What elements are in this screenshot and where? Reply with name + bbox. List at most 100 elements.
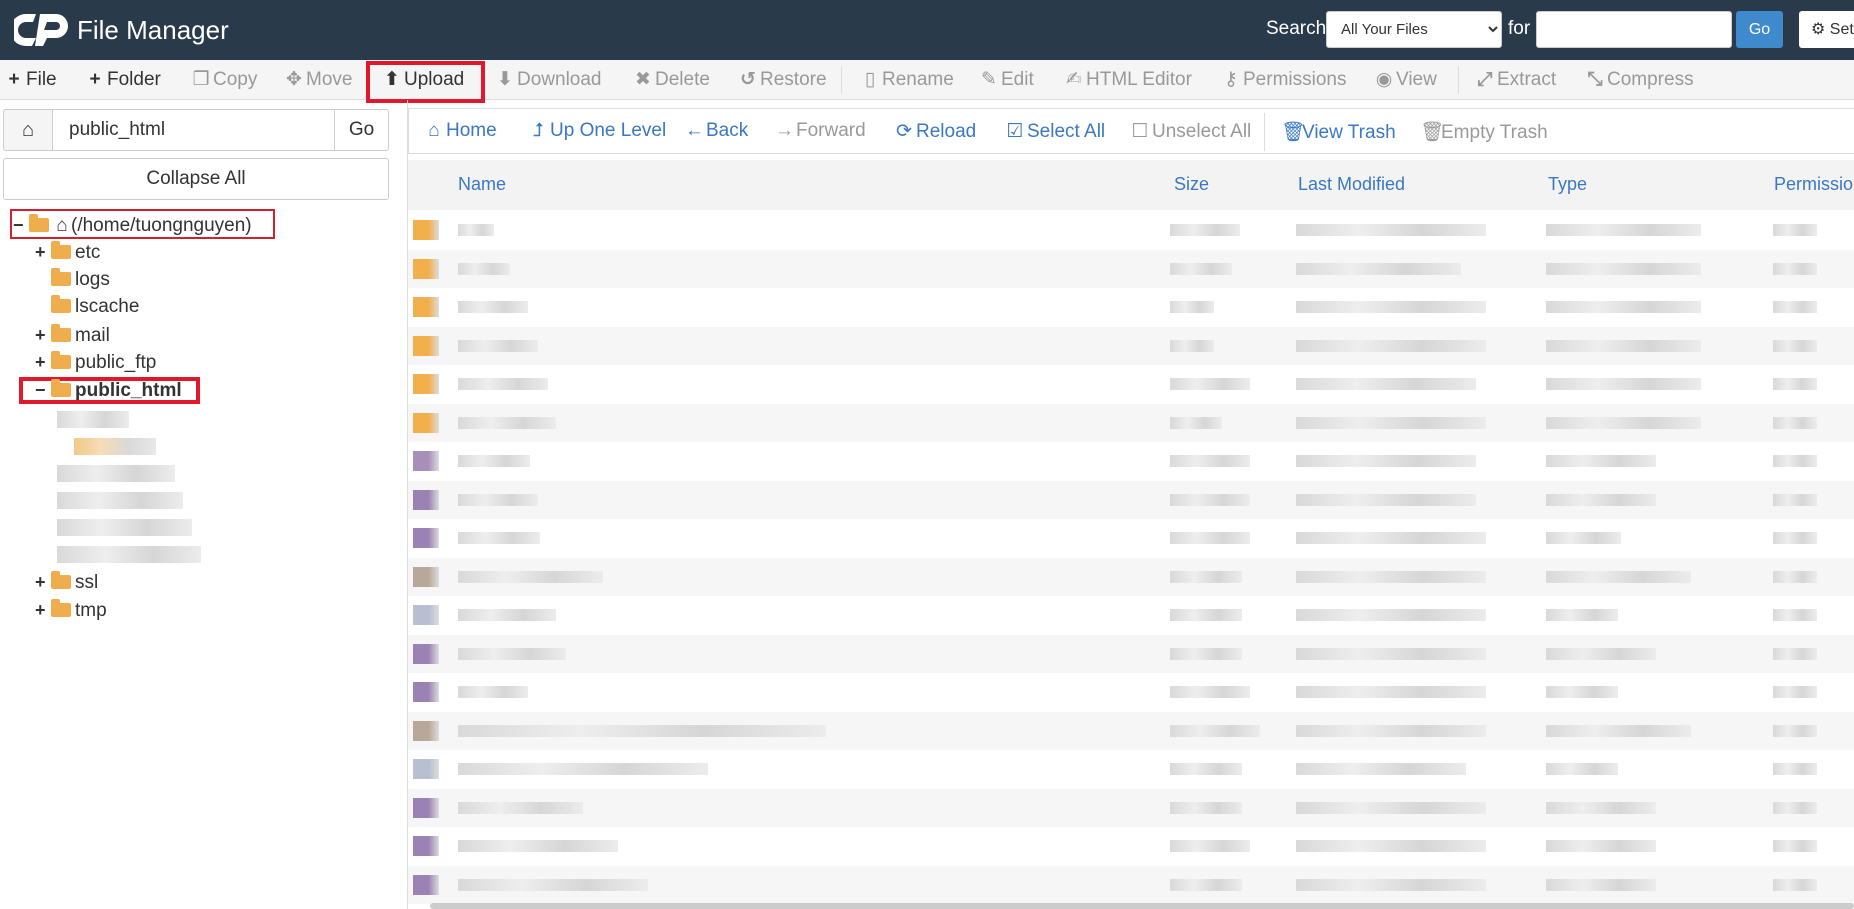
tree-item-lscache[interactable]: lscache bbox=[35, 294, 139, 320]
unselect-all-button[interactable]: ☐ Unselect All bbox=[1131, 120, 1251, 143]
expand-toggle[interactable]: + bbox=[35, 322, 51, 348]
table-row[interactable] bbox=[408, 865, 1854, 904]
table-row[interactable] bbox=[408, 442, 1854, 480]
folder-icon bbox=[413, 258, 439, 279]
search-scope-select[interactable]: All Your Files bbox=[1326, 11, 1502, 48]
table-row[interactable] bbox=[408, 249, 1854, 288]
file-icon bbox=[413, 836, 439, 856]
path-go-button[interactable]: Go bbox=[334, 109, 389, 151]
table-row[interactable] bbox=[408, 288, 1854, 326]
tree-item-public-html[interactable]: − public_html bbox=[35, 377, 182, 403]
tree-item-label: public_ftp bbox=[75, 352, 157, 373]
path-input[interactable]: public_html bbox=[52, 109, 335, 151]
table-row[interactable] bbox=[408, 750, 1854, 788]
forward-button[interactable]: → Forward bbox=[775, 120, 866, 142]
modified-cell bbox=[1296, 532, 1486, 544]
type-cell bbox=[1546, 609, 1618, 621]
tree-item-mail[interactable]: + mail bbox=[35, 322, 110, 348]
expand-toggle[interactable]: + bbox=[35, 349, 51, 375]
permissions-cell bbox=[1773, 455, 1817, 467]
empty-trash-label: Empty Trash bbox=[1441, 122, 1548, 143]
tree-item-logs[interactable]: logs bbox=[35, 267, 110, 293]
view-button[interactable]: ◉ View bbox=[1375, 60, 1437, 100]
tree-item-ssl[interactable]: + ssl bbox=[35, 569, 98, 595]
view-trash-button[interactable]: 🗑View Trash bbox=[1281, 120, 1396, 144]
modified-cell bbox=[1296, 801, 1486, 814]
tree-subitem[interactable] bbox=[57, 465, 175, 482]
size-cell bbox=[1170, 416, 1222, 429]
empty-trash-button[interactable]: 🗑Empty Trash bbox=[1420, 120, 1548, 144]
collapse-toggle[interactable]: − bbox=[35, 377, 51, 403]
html-editor-button[interactable]: ✍ HTML Editor bbox=[1065, 60, 1192, 100]
download-button[interactable]: ⬇ Download bbox=[496, 60, 602, 100]
table-row[interactable] bbox=[408, 711, 1854, 750]
table-row[interactable] bbox=[408, 596, 1854, 634]
search-input[interactable] bbox=[1536, 11, 1732, 48]
tree-item-tmp[interactable]: + tmp bbox=[35, 597, 107, 623]
tree-root[interactable]: − ⌂ (/home/tuongnguyen) bbox=[13, 212, 252, 238]
table-row[interactable] bbox=[408, 480, 1854, 519]
table-row[interactable] bbox=[408, 519, 1854, 557]
expand-toggle[interactable]: + bbox=[35, 569, 51, 595]
tree-item-etc[interactable]: + etc bbox=[35, 239, 100, 265]
tree-subitem[interactable] bbox=[57, 492, 183, 509]
table-row[interactable] bbox=[408, 634, 1854, 673]
column-type[interactable]: Type bbox=[1548, 174, 1587, 195]
permissions-cell bbox=[1773, 532, 1817, 544]
tree-item-public-ftp[interactable]: + public_ftp bbox=[35, 349, 156, 375]
back-button[interactable]: ← Back bbox=[685, 120, 748, 142]
expand-toggle[interactable]: + bbox=[35, 597, 51, 623]
compress-button[interactable]: ⤡ Compress bbox=[1586, 60, 1693, 100]
folder-icon bbox=[413, 220, 439, 240]
new-folder-label: Folder bbox=[107, 69, 161, 90]
table-row[interactable] bbox=[408, 788, 1854, 827]
permissions-button[interactable]: ⚷ Permissions bbox=[1222, 60, 1346, 100]
delete-button[interactable]: ✖ Delete bbox=[634, 60, 710, 100]
table-row[interactable] bbox=[408, 326, 1854, 365]
column-size[interactable]: Size bbox=[1174, 174, 1209, 195]
arrow-up-icon: ⮥ bbox=[532, 120, 544, 141]
arrow-left-icon: ← bbox=[685, 120, 704, 141]
folder-icon bbox=[413, 412, 439, 433]
size-cell bbox=[1170, 262, 1232, 275]
collapse-all-button[interactable]: Collapse All bbox=[3, 158, 389, 200]
edit-button[interactable]: ✎ Edit bbox=[980, 60, 1034, 100]
tree-subitem[interactable] bbox=[57, 411, 129, 428]
modified-cell bbox=[1296, 301, 1486, 313]
folder-icon bbox=[413, 335, 439, 356]
restore-button[interactable]: ↺ Restore bbox=[739, 60, 827, 100]
tree-subitem[interactable] bbox=[57, 519, 192, 536]
table-row[interactable] bbox=[408, 211, 1854, 249]
settings-button[interactable]: ⚙ Set bbox=[1799, 11, 1854, 48]
new-folder-button[interactable]: + Folder bbox=[86, 60, 161, 100]
move-button[interactable]: ✥ Move bbox=[285, 60, 352, 100]
search-go-button[interactable]: Go bbox=[1736, 11, 1783, 48]
path-home-button[interactable]: ⌂ bbox=[3, 109, 53, 151]
size-cell bbox=[1170, 455, 1250, 467]
rename-button[interactable]: ▯ Rename bbox=[861, 60, 954, 100]
copy-button[interactable]: ❐ Copy bbox=[192, 60, 257, 100]
download-label: Download bbox=[517, 69, 602, 90]
reload-button[interactable]: ⟳ Reload bbox=[895, 120, 976, 143]
up-one-level-label: Up One Level bbox=[550, 120, 667, 141]
column-last-modified[interactable]: Last Modified bbox=[1298, 174, 1405, 195]
column-name[interactable]: Name bbox=[458, 174, 506, 195]
table-row[interactable] bbox=[408, 827, 1854, 865]
tree-subitem[interactable] bbox=[57, 546, 201, 563]
new-file-button[interactable]: + File bbox=[5, 60, 56, 100]
up-one-level-button[interactable]: ⮥ Up One Level bbox=[529, 120, 666, 142]
home-nav-button[interactable]: ⌂ Home bbox=[425, 120, 496, 142]
folder-icon bbox=[51, 599, 71, 617]
table-row[interactable] bbox=[408, 557, 1854, 596]
tree-subitem[interactable] bbox=[74, 438, 156, 455]
type-cell bbox=[1546, 532, 1621, 544]
table-row[interactable] bbox=[408, 673, 1854, 711]
collapse-toggle[interactable]: − bbox=[13, 212, 29, 238]
column-permissions[interactable]: Permissions bbox=[1774, 174, 1854, 195]
table-row[interactable] bbox=[408, 403, 1854, 442]
select-all-button[interactable]: ☑ Select All bbox=[1006, 120, 1105, 143]
table-row[interactable] bbox=[408, 365, 1854, 403]
extract-button[interactable]: ⤢ Extract bbox=[1476, 60, 1556, 100]
expand-toggle[interactable]: + bbox=[35, 239, 51, 265]
horizontal-scrollbar[interactable] bbox=[430, 903, 1854, 909]
